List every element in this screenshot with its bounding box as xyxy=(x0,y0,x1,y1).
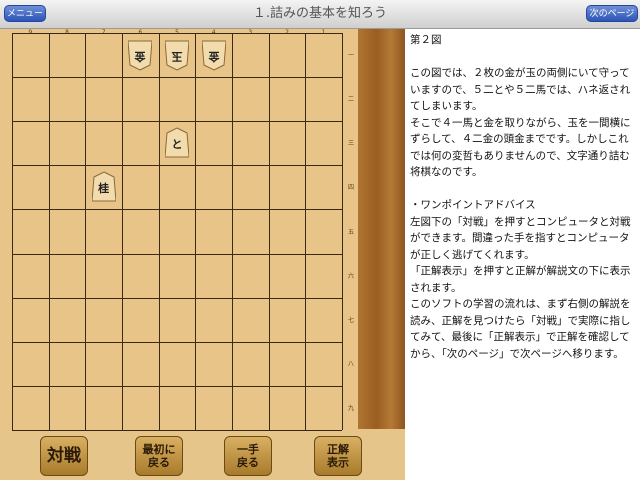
grid-line xyxy=(85,33,87,430)
grid-line xyxy=(12,341,342,343)
grid-line xyxy=(305,33,307,430)
explanation-text: 第２図 この図では、２枚の金が玉の両側にいて守っていますので、５二とや５二馬では… xyxy=(410,34,631,360)
row-label: 六 xyxy=(347,272,354,280)
piece-label: 桂 xyxy=(98,182,110,196)
row-label: 八 xyxy=(347,360,354,368)
shogi-board[interactable]: 金 玉 金と桂 xyxy=(12,33,343,431)
battle-button[interactable]: 対戦 xyxy=(40,436,88,476)
piece-label: 金 xyxy=(134,50,146,64)
grid-line xyxy=(12,297,342,299)
page-title: １.詰みの基本を知ろう xyxy=(252,6,388,21)
row-labels: 一二三四五六七八九 xyxy=(346,33,356,430)
row-label: 五 xyxy=(347,228,354,236)
piece-stand xyxy=(358,29,405,429)
grid-line xyxy=(342,33,343,430)
grid-line xyxy=(12,77,342,79)
grid-line xyxy=(12,165,342,167)
top-bar: メニュー １.詰みの基本を知ろう 次のページ xyxy=(0,0,640,29)
row-label: 四 xyxy=(347,184,354,192)
piece-label: 金 xyxy=(208,50,220,64)
grid-line xyxy=(232,33,233,430)
grid-line xyxy=(268,33,270,430)
undo-move-button[interactable]: 一手 戻る xyxy=(224,436,272,476)
grid-line xyxy=(195,33,197,430)
grid-line xyxy=(12,33,13,430)
grid-line xyxy=(48,33,50,430)
shogi-piece[interactable]: 金 xyxy=(201,39,226,71)
grid-line xyxy=(158,33,160,430)
grid-line xyxy=(12,209,342,211)
grid-line xyxy=(122,33,123,430)
back-to-start-button[interactable]: 最初に 戻る xyxy=(135,436,183,476)
show-answer-button[interactable]: 正解 表示 xyxy=(314,436,362,476)
row-label: 七 xyxy=(347,316,354,324)
piece-label: 玉 xyxy=(171,50,183,64)
next-page-button[interactable]: 次のページ xyxy=(586,5,638,22)
shogi-piece[interactable]: 桂 xyxy=(91,171,116,203)
row-label: 二 xyxy=(347,96,354,104)
row-label: 九 xyxy=(347,404,354,412)
grid-line xyxy=(12,253,342,255)
shogi-piece[interactable]: 金 xyxy=(128,39,153,71)
grid-line xyxy=(12,385,342,387)
menu-button[interactable]: メニュー xyxy=(4,5,46,22)
row-label: 三 xyxy=(347,140,354,148)
shogi-piece[interactable]: 玉 xyxy=(165,39,189,71)
row-label: 一 xyxy=(347,52,354,60)
shogi-piece[interactable]: と xyxy=(165,127,189,159)
piece-label: と xyxy=(171,138,183,152)
grid-line xyxy=(12,121,342,123)
grid-line xyxy=(12,33,342,34)
